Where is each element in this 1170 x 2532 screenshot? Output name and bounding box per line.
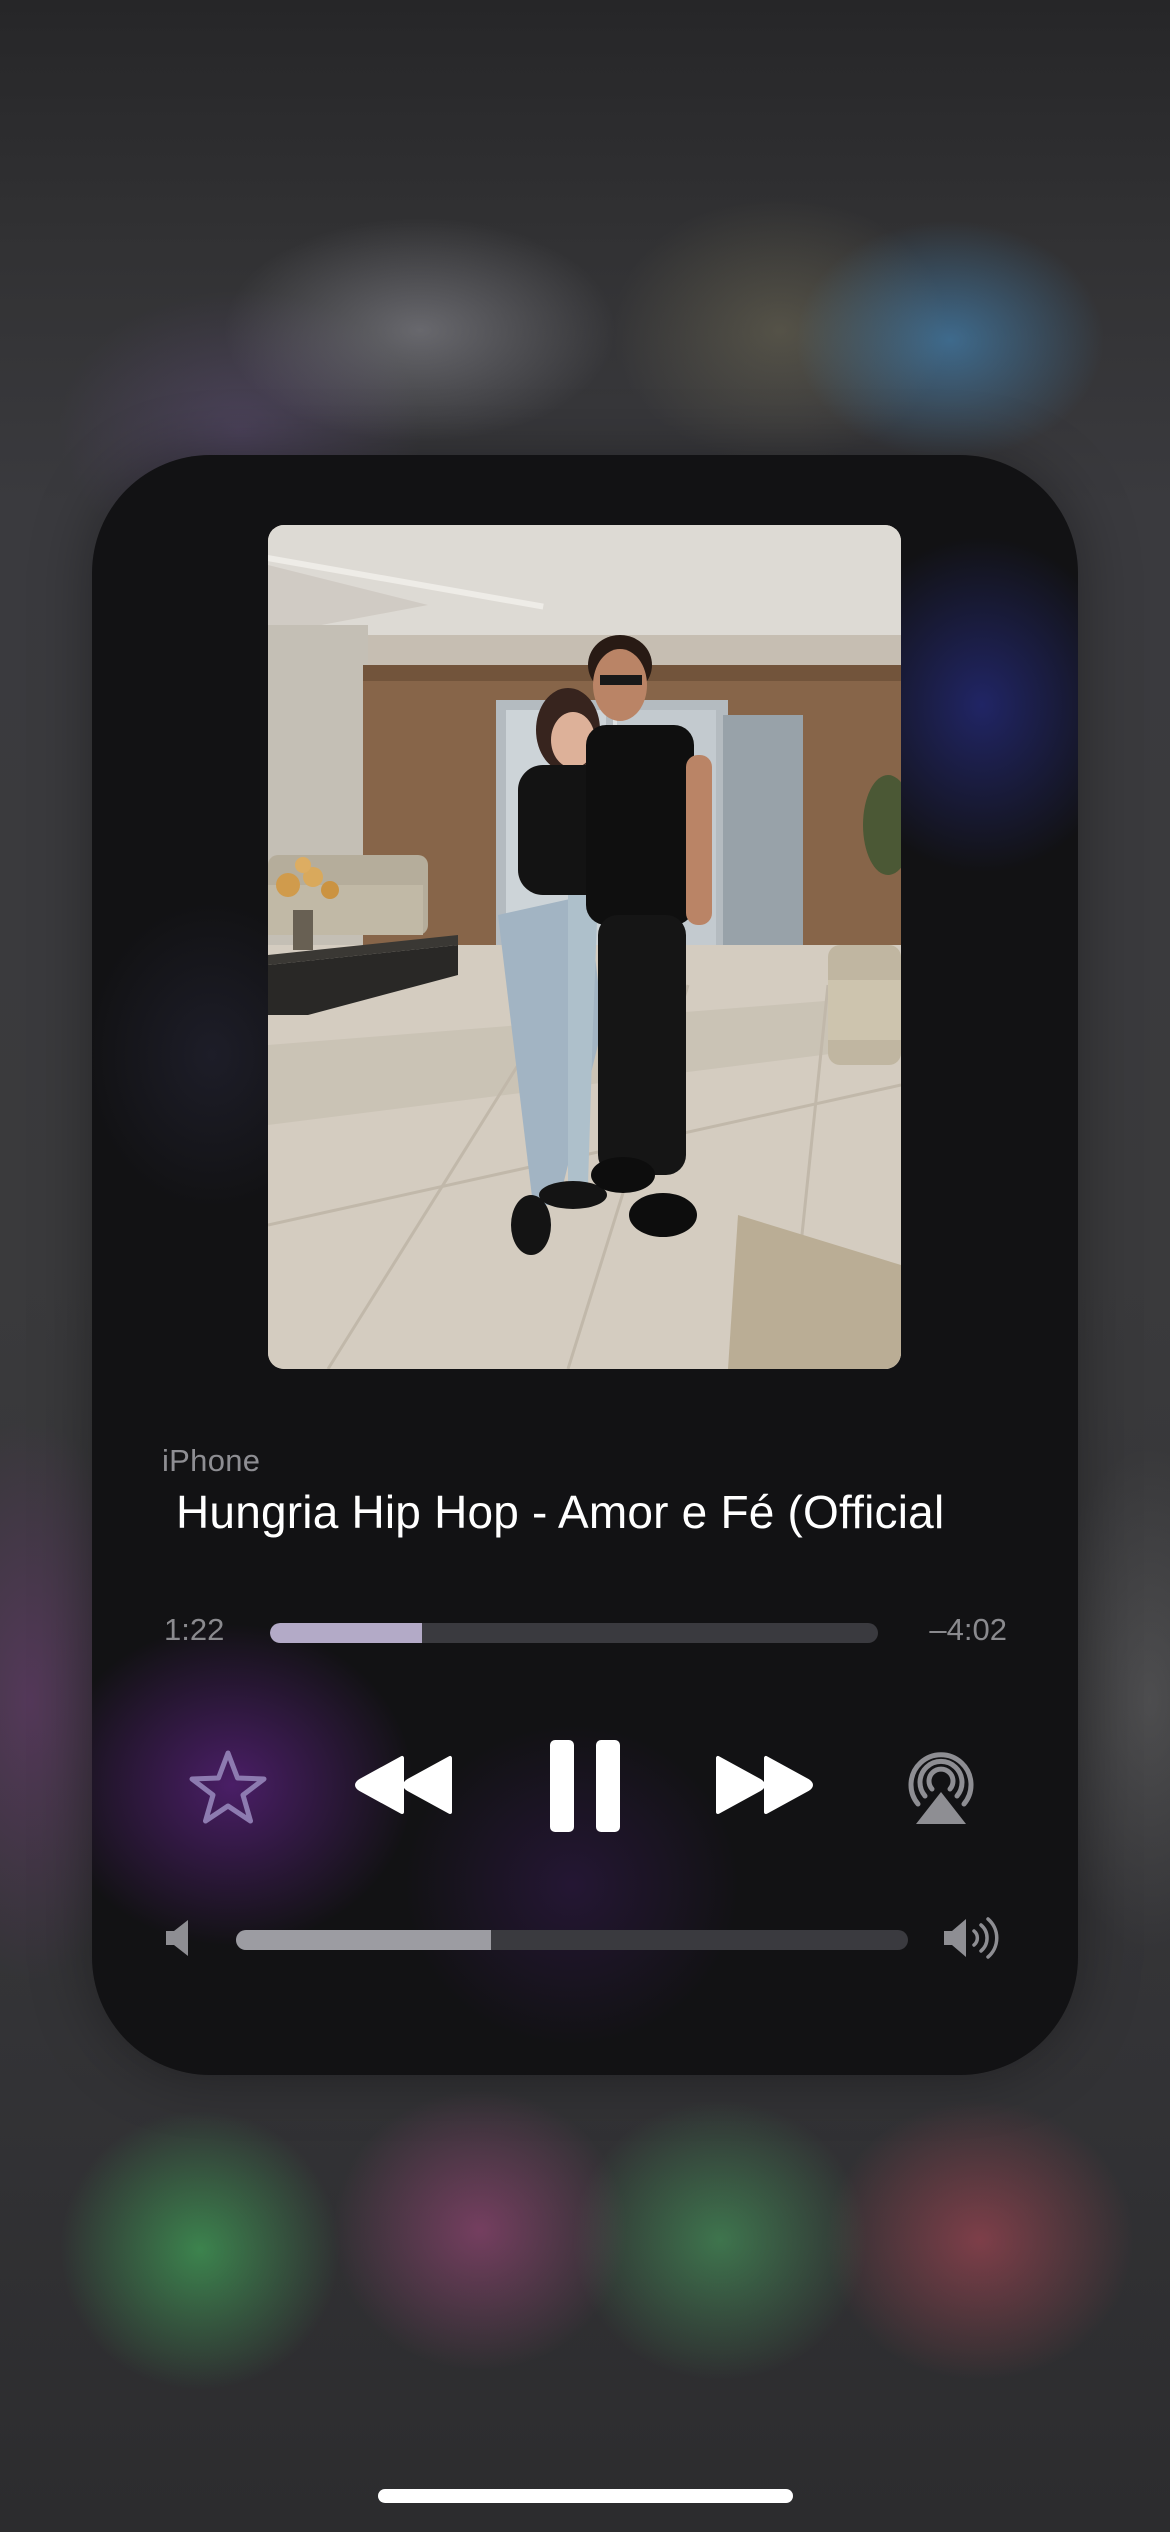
playback-scrubber[interactable] — [270, 1623, 878, 1643]
rewind-icon — [355, 1756, 452, 1814]
speaker-high-icon — [944, 1917, 999, 1959]
playback-progress-fill — [270, 1623, 422, 1643]
output-device-label: iPhone — [162, 1443, 261, 1478]
track-title: Hungria Hip Hop - Amor e Fé (Official — [176, 1486, 945, 1538]
remaining-time: –4:02 — [929, 1612, 1007, 1647]
favorite-button[interactable] — [186, 1748, 270, 1826]
volume-slider[interactable] — [236, 1930, 908, 1950]
speaker-low-icon — [166, 1920, 188, 1956]
fast-forward-icon — [716, 1756, 813, 1814]
star-icon — [189, 1750, 267, 1824]
elapsed-time: 1:22 — [164, 1612, 225, 1647]
pause-icon — [550, 1740, 620, 1832]
album-artwork — [268, 525, 901, 1369]
airplay-button[interactable] — [900, 1746, 982, 1828]
play-pause-button[interactable] — [548, 1738, 622, 1834]
volume-max-indicator — [942, 1916, 1004, 1960]
airplay-icon — [908, 1752, 974, 1824]
next-track-button[interactable] — [712, 1752, 816, 1818]
track-title-container[interactable]: Hungria Hip Hop - Amor e Fé (Official — [176, 1480, 1016, 1544]
volume-level-fill — [236, 1930, 492, 1950]
previous-track-button[interactable] — [352, 1752, 456, 1818]
volume-min-indicator — [164, 1918, 196, 1958]
home-indicator[interactable] — [378, 2489, 793, 2503]
